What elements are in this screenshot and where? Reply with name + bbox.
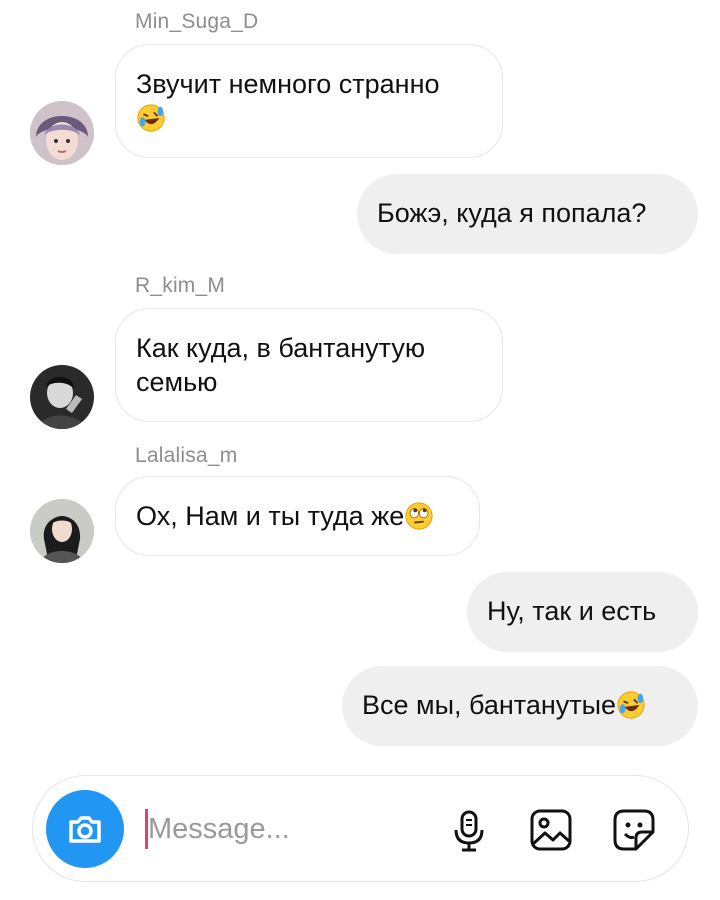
- message-text: Звучит немного странно: [136, 69, 440, 99]
- message-composer: [32, 775, 689, 882]
- message-text: семью: [136, 367, 218, 397]
- rofl-emoji: [137, 104, 165, 132]
- camera-icon: [69, 816, 101, 843]
- message-input[interactable]: [148, 804, 428, 854]
- message-text: Как куда, в бантанутую: [136, 333, 426, 363]
- message-bubble-incoming[interactable]: Как куда, в бантанутую семью: [115, 308, 503, 422]
- message-text: Ох, Нам и ты туда же: [136, 501, 405, 531]
- avatar[interactable]: [30, 101, 94, 165]
- message-bubble-outgoing[interactable]: Божэ, куда я попала?: [357, 174, 698, 254]
- message-bubble-incoming[interactable]: Ох, Нам и ты туда же: [115, 476, 480, 556]
- sender-name: Min_Suga_D: [135, 10, 259, 33]
- avatar[interactable]: [30, 365, 94, 429]
- eye-roll-emoji: [405, 502, 433, 530]
- message-text: Все мы, бантанутые: [362, 690, 617, 720]
- message-bubble-incoming[interactable]: Звучит немного странно: [115, 44, 503, 158]
- microphone-icon[interactable]: [445, 806, 493, 854]
- message-bubble-outgoing[interactable]: Ну, так и есть: [467, 572, 698, 652]
- avatar[interactable]: [30, 499, 94, 563]
- camera-button[interactable]: [46, 790, 124, 868]
- rofl-emoji: [617, 691, 645, 719]
- message-text: Ну, так и есть: [487, 596, 657, 626]
- gallery-icon[interactable]: [527, 806, 575, 854]
- sticker-icon[interactable]: [610, 806, 658, 854]
- sender-name: R_kim_M: [135, 274, 226, 297]
- sender-name: Lalalisa_m: [135, 444, 238, 467]
- message-text: Божэ, куда я попала?: [377, 198, 647, 228]
- message-bubble-outgoing[interactable]: Все мы, бантанутые: [342, 666, 698, 746]
